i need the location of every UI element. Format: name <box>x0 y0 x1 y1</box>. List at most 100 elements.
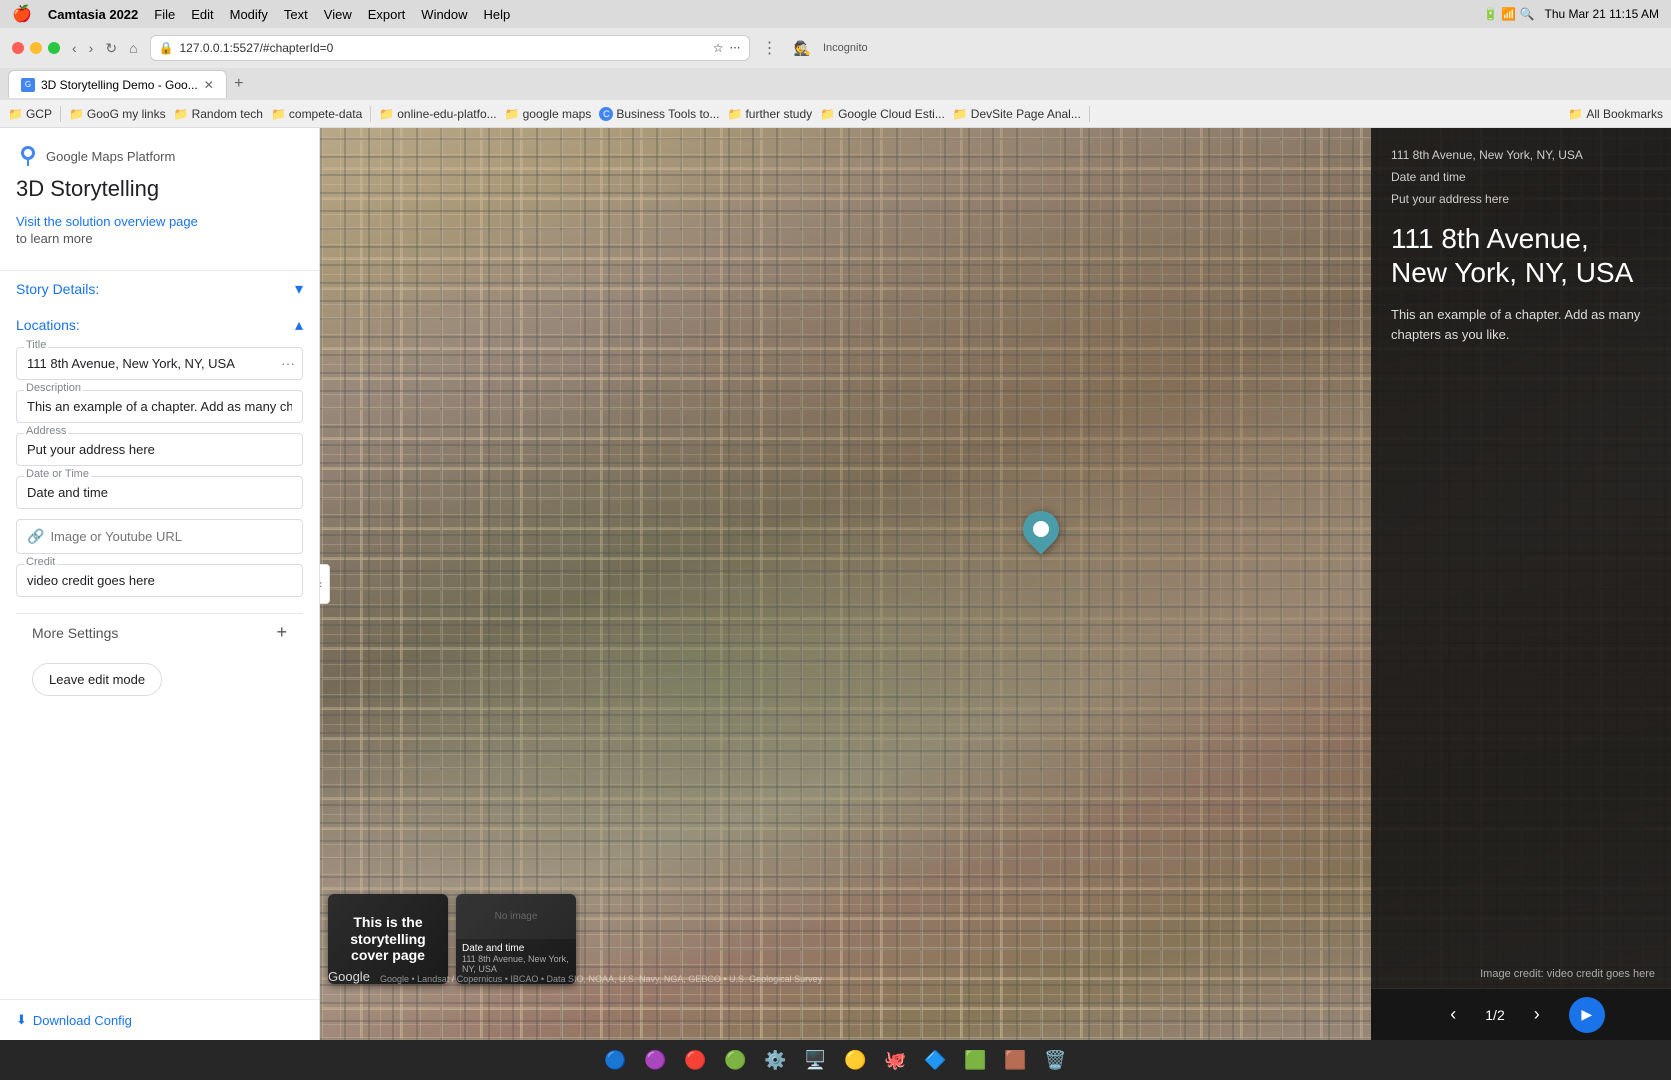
maximize-button[interactable] <box>48 42 60 54</box>
date-time-input[interactable] <box>16 476 303 509</box>
bookmark-label: Random tech <box>192 107 263 121</box>
forward-button[interactable]: › <box>85 38 98 59</box>
title-input[interactable] <box>16 347 303 380</box>
active-tab[interactable]: G 3D Storytelling Demo - Goo... ✕ <box>8 70 227 98</box>
dock-messages[interactable]: 🟢 <box>720 1044 752 1076</box>
bookmark-gcp[interactable]: 📁 GCP <box>8 107 52 121</box>
dock-vscode[interactable]: 🔷 <box>920 1044 952 1076</box>
back-button[interactable]: ‹ <box>68 38 81 59</box>
thumbnail-map[interactable]: No image Date and time 111 8th Avenue, N… <box>456 894 576 984</box>
dock-item-9[interactable]: 🟩 <box>960 1044 992 1076</box>
download-config-label: Download Config <box>33 1013 132 1028</box>
more-settings-section[interactable]: More Settings + <box>16 613 303 651</box>
close-button[interactable] <box>12 42 24 54</box>
menu-edit[interactable]: Edit <box>191 7 213 22</box>
sidebar-footer[interactable]: ⬇ Download Config <box>0 999 319 1040</box>
address-bar[interactable]: 🔒 127.0.0.1:5527/#chapterId=0 ☆ ⋯ <box>150 35 750 61</box>
folder-icon: 📁 <box>379 107 394 121</box>
next-chapter-button[interactable]: › <box>1521 999 1553 1031</box>
divider <box>60 106 61 122</box>
dock: 🔵 🟣 🔴 🟢 ⚙️ 🖥️ 🟡 🐙 🔷 🟩 🟫 🗑️ <box>0 1040 1671 1080</box>
url-input[interactable] <box>50 529 292 544</box>
apple-menu[interactable]: 🍎 <box>12 4 32 24</box>
dock-item-10[interactable]: 🟫 <box>1000 1044 1032 1076</box>
folder-icon: 📁 <box>1568 107 1583 121</box>
extensions-icon[interactable]: ⋯ <box>730 41 741 55</box>
more-options-icon[interactable]: ⋯ <box>281 355 295 372</box>
panel-address: Put your address here <box>1391 192 1651 206</box>
bookmark-label: GooG my links <box>87 107 166 121</box>
address-field: Address <box>16 433 303 466</box>
bookmark-star-icon[interactable]: ☆ <box>713 41 724 55</box>
thumb-cover-text: This is the storytelling cover page <box>336 914 440 964</box>
tab-close-icon[interactable]: ✕ <box>204 78 214 92</box>
panel-image-credit: Image credit: video credit goes here <box>1480 968 1655 980</box>
traffic-lights <box>12 42 60 54</box>
leave-edit-button[interactable]: Leave edit mode <box>32 663 162 696</box>
bookmark-compete-data[interactable]: 📁 compete-data <box>271 107 362 121</box>
bookmark-business-tools[interactable]: C Business Tools to... <box>599 107 719 121</box>
menu-modify[interactable]: Modify <box>230 7 268 22</box>
locations-header: Locations: ▴ <box>16 315 303 335</box>
credit-input[interactable] <box>16 564 303 597</box>
bookmark-further-study[interactable]: 📁 further study <box>727 107 812 121</box>
bookmark-gcloud[interactable]: 📁 Google Cloud Esti... <box>820 107 945 121</box>
bookmark-random-tech[interactable]: 📁 Random tech <box>174 107 263 121</box>
new-tab-button[interactable]: + <box>227 72 251 96</box>
address-input[interactable] <box>16 433 303 466</box>
chapter-counter: 1/2 <box>1485 1007 1504 1023</box>
description-input[interactable] <box>16 390 303 423</box>
story-details-section[interactable]: Story Details: ▾ <box>0 270 319 307</box>
app-name[interactable]: Camtasia 2022 <box>48 7 138 22</box>
reload-button[interactable]: ↻ <box>101 38 121 59</box>
dock-trash[interactable]: 🗑️ <box>1040 1044 1072 1076</box>
folder-icon: 📁 <box>8 107 23 121</box>
incognito-label: Incognito <box>823 42 868 54</box>
menu-file[interactable]: File <box>154 7 175 22</box>
menubar-right: 🔋 📶 🔍 Thu Mar 21 11:15 AM <box>1483 7 1659 21</box>
bookmark-all[interactable]: 📁 All Bookmarks <box>1568 107 1663 121</box>
main-content: Google Maps Platform 3D Storytelling Vis… <box>0 128 1671 1040</box>
divider <box>370 106 371 122</box>
sidebar-header: Google Maps Platform 3D Storytelling Vis… <box>0 128 319 270</box>
bookmark-goog-links[interactable]: 📁 GooG my links <box>69 107 166 121</box>
menu-help[interactable]: Help <box>484 7 511 22</box>
folder-icon: 📁 <box>820 107 835 121</box>
folder-icon: 📁 <box>69 107 84 121</box>
dock-terminal[interactable]: 🖥️ <box>800 1044 832 1076</box>
minimize-button[interactable] <box>30 42 42 54</box>
story-details-toggle-icon[interactable]: ▾ <box>295 279 303 299</box>
thumbnails-bar: This is the storytelling cover page No i… <box>320 878 1371 988</box>
prev-chapter-button[interactable]: ‹ <box>1437 999 1469 1031</box>
gmp-logo: Google Maps Platform <box>16 144 303 168</box>
map-pin-inner <box>1033 521 1049 537</box>
sidebar: Google Maps Platform 3D Storytelling Vis… <box>0 128 320 1040</box>
bookmark-google-maps[interactable]: 📁 google maps <box>505 107 592 121</box>
bookmark-devsite[interactable]: 📁 DevSite Page Anal... <box>953 107 1081 121</box>
home-button[interactable]: ⌂ <box>125 38 141 59</box>
play-button[interactable]: ▶ <box>1569 997 1605 1033</box>
menu-text[interactable]: Text <box>284 7 308 22</box>
add-icon[interactable]: + <box>276 622 287 643</box>
dock-finder[interactable]: 🔵 <box>600 1044 632 1076</box>
title-field: Title ⋯ <box>16 347 303 380</box>
thumb-title: 111 8th Avenue, New York, NY, USA <box>462 954 570 974</box>
empty-space <box>16 712 303 892</box>
folder-icon: 📁 <box>174 107 189 121</box>
dock-github[interactable]: 🐙 <box>880 1044 912 1076</box>
solution-link[interactable]: Visit the solution overview page <box>16 214 303 229</box>
menu-view[interactable]: View <box>324 7 352 22</box>
thumb-map-info: Date and time 111 8th Avenue, New York, … <box>456 939 576 978</box>
locations-collapse-icon[interactable]: ▴ <box>295 315 303 335</box>
dock-launchpad[interactable]: 🟣 <box>640 1044 672 1076</box>
dock-notes[interactable]: 🟡 <box>840 1044 872 1076</box>
sidebar-collapse-button[interactable]: ‹ <box>320 564 330 604</box>
dock-settings[interactable]: ⚙️ <box>760 1044 792 1076</box>
menu-export[interactable]: Export <box>368 7 406 22</box>
gmp-logo-text: Google Maps Platform <box>46 149 175 164</box>
menu-window[interactable]: Window <box>421 7 467 22</box>
bookmark-online-edu[interactable]: 📁 online-edu-platfo... <box>379 107 496 121</box>
more-options-button[interactable]: ⋮ <box>758 36 782 60</box>
tabs-bar: G 3D Storytelling Demo - Goo... ✕ + <box>0 68 1671 100</box>
dock-chrome[interactable]: 🔴 <box>680 1044 712 1076</box>
